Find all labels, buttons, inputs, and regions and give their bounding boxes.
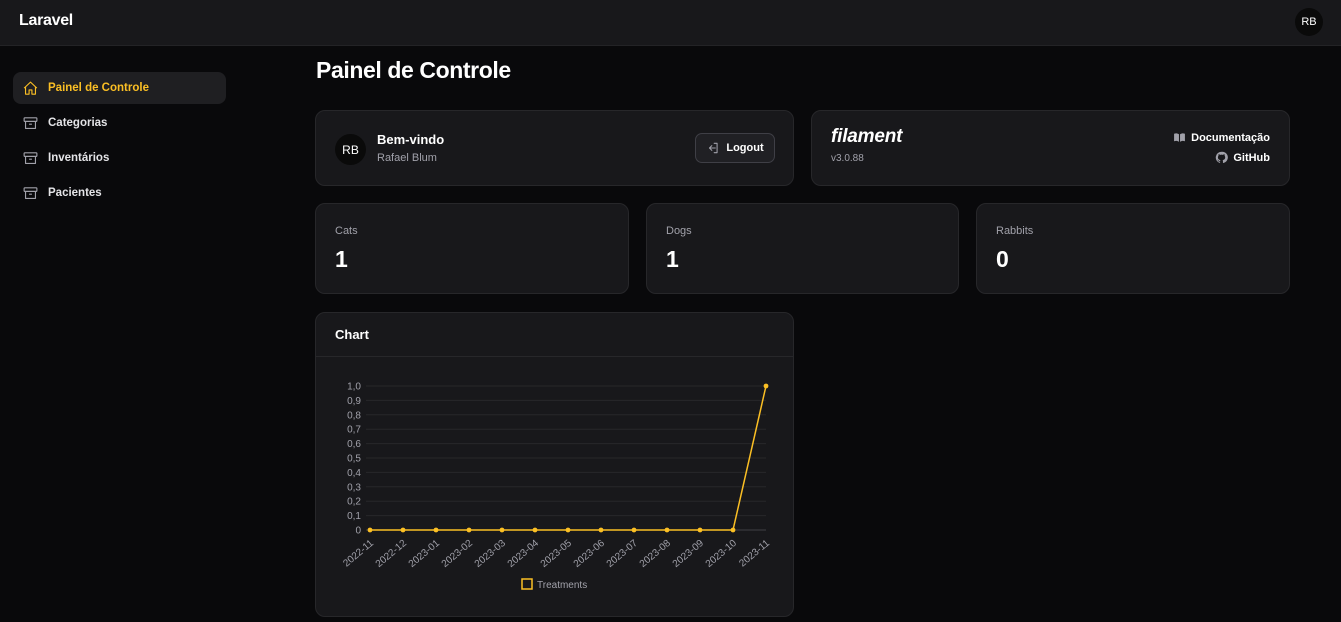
- data-point: [697, 527, 703, 533]
- sidebar-item-label: Categorias: [48, 117, 108, 129]
- sidebar-item-label: Inventários: [48, 152, 110, 164]
- stat-value: 1: [335, 246, 348, 272]
- logout-button[interactable]: Logout: [695, 133, 775, 163]
- archive-box-icon: [21, 184, 39, 202]
- stat-label: Rabbits: [996, 225, 1034, 237]
- x-tick-label: 2023-06: [572, 538, 608, 570]
- y-tick-label: 0,1: [347, 511, 361, 522]
- y-tick-label: 0,7: [347, 425, 361, 436]
- sidebar-item-label: Painel de Controle: [48, 82, 149, 94]
- data-point: [433, 527, 439, 533]
- data-point: [367, 527, 373, 533]
- x-tick-label: 2023-04: [506, 538, 542, 570]
- archive-box-icon: [21, 149, 39, 167]
- sidebar-item-label: Pacientes: [48, 187, 102, 199]
- data-point: [565, 527, 571, 533]
- stat-value: 0: [996, 246, 1009, 272]
- y-tick-label: 0,2: [347, 497, 361, 508]
- sidebar-item-inventarios[interactable]: Inventários: [13, 142, 226, 174]
- y-tick-label: 0,9: [347, 396, 361, 407]
- data-point: [730, 527, 736, 533]
- x-tick-label: 2023-10: [704, 538, 740, 570]
- y-tick-label: 0,6: [347, 439, 361, 450]
- logout-icon: [709, 142, 718, 154]
- sidebar-item-painel-de-controle[interactable]: Painel de Controle: [13, 72, 226, 104]
- page-title: Painel de Controle: [316, 57, 511, 83]
- chart-header: Chart: [316, 313, 793, 357]
- y-tick-label: 0: [355, 526, 361, 537]
- archive-box-icon: [21, 114, 39, 132]
- x-tick-label: 2023-09: [671, 538, 707, 570]
- x-tick-label: 2023-11: [737, 538, 772, 570]
- data-point: [466, 527, 472, 533]
- stat-label: Cats: [335, 225, 358, 237]
- filament-version: v3.0.88: [831, 153, 864, 164]
- data-point: [400, 527, 406, 533]
- x-tick-label: 2022-11: [341, 538, 376, 570]
- sidebar-item-categorias[interactable]: Categorias: [13, 107, 226, 139]
- data-point: [499, 527, 505, 533]
- stat-value: 1: [666, 246, 679, 272]
- y-tick-label: 1,0: [347, 382, 361, 393]
- x-tick-label: 2023-07: [605, 538, 641, 570]
- y-tick-label: 0,8: [347, 410, 361, 421]
- topbar: Laravel RB: [0, 0, 1341, 46]
- github-label: GitHub: [1233, 151, 1270, 164]
- data-point: [631, 527, 637, 533]
- x-tick-label: 2023-05: [539, 538, 575, 570]
- documentation-label: Documentação: [1191, 131, 1270, 144]
- legend-swatch: [521, 578, 533, 590]
- data-point: [763, 383, 769, 389]
- sidebar: Painel de Controle Categorias Inventário…: [0, 46, 256, 622]
- x-tick-label: 2023-01: [407, 538, 443, 570]
- x-tick-label: 2022-12: [374, 538, 410, 570]
- github-icon: [1216, 151, 1229, 164]
- home-icon: [21, 79, 39, 97]
- github-link[interactable]: GitHub: [1215, 151, 1270, 164]
- book-icon: [1174, 133, 1186, 142]
- data-point: [532, 527, 538, 533]
- avatar: RB: [335, 134, 366, 165]
- data-point: [664, 527, 670, 533]
- brand-logo[interactable]: Laravel: [19, 12, 73, 30]
- welcome-heading: Bem-vindo: [377, 132, 445, 147]
- stat-card-cats: Cats 1: [315, 203, 629, 294]
- stat-card-dogs: Dogs 1: [646, 203, 959, 294]
- y-tick-label: 0,5: [347, 454, 361, 465]
- stat-card-rabbits: Rabbits 0: [976, 203, 1290, 294]
- y-tick-label: 0,4: [347, 468, 361, 479]
- chart-widget: Chart 0 0,1 0,2 0,3 0,4 0,5 0,6 0,7 0,8 0,9 1,0 202…: [315, 312, 794, 617]
- welcome-widget: RB Bem-vindo Rafael Blum Logout: [315, 110, 794, 186]
- x-tick-label: 2023-08: [638, 538, 674, 570]
- user-avatar[interactable]: RB: [1295, 8, 1323, 36]
- logout-label: Logout: [726, 142, 764, 154]
- y-tick-label: 0,3: [347, 482, 361, 493]
- sidebar-item-pacientes[interactable]: Pacientes: [13, 177, 226, 209]
- x-tick-label: 2023-02: [440, 538, 476, 570]
- x-tick-label: 2023-03: [473, 538, 509, 570]
- filament-info-widget: filament v3.0.88 Documentação GitHub: [811, 110, 1290, 186]
- chart-title: Chart: [335, 327, 369, 342]
- data-point: [598, 527, 604, 533]
- stat-label: Dogs: [666, 225, 692, 237]
- filament-logo[interactable]: filament: [831, 126, 902, 148]
- legend-label: Treatments: [537, 580, 587, 591]
- line-chart: 00,10,20,30,40,50,60,70,80,91,02022-1120…: [341, 382, 772, 592]
- documentation-link[interactable]: Documentação: [1173, 131, 1270, 144]
- user-name: Rafael Blum: [377, 152, 437, 164]
